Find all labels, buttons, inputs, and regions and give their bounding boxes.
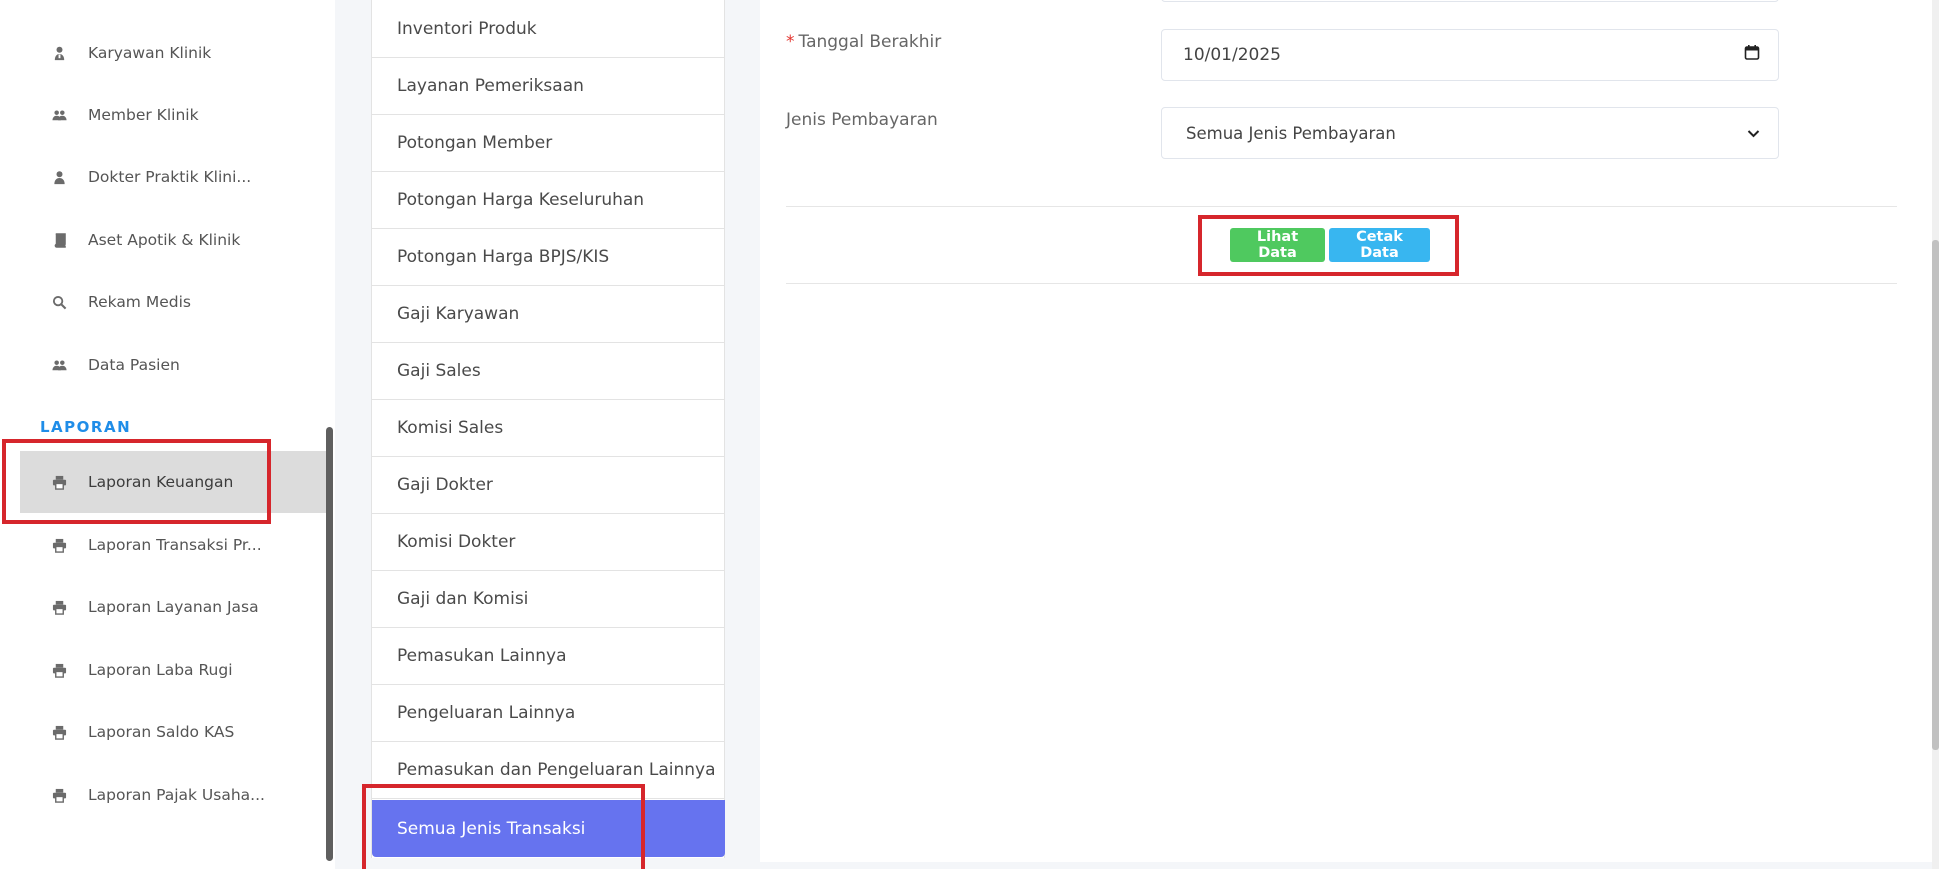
report-type-item[interactable]: Pemasukan Lainnya [372,628,725,685]
print-icon [49,660,69,680]
highlight-box-buttons [1198,215,1459,276]
report-type-item[interactable]: Potongan Harga Keseluruhan [372,172,725,229]
sidebar: Karyawan Klinik Member Klinik Dokter Pra… [0,0,335,869]
sidebar-item-laporan-layanan-jasa[interactable]: Laporan Layanan Jasa [20,576,326,638]
sidebar-item-label: Data Pasien [88,356,180,374]
users-icon [49,355,69,375]
sidebar-scrollbar[interactable] [326,427,333,861]
sidebar-item-label: Laporan Pajak Usaha... [88,786,265,804]
users-icon [49,105,69,125]
sidebar-item-label: Laporan Transaksi Pr... [88,536,262,554]
sidebar-item-label: Laporan Layanan Jasa [88,598,259,616]
calendar-icon[interactable] [1744,45,1760,66]
required-mark: * [786,32,795,52]
report-type-item[interactable]: Gaji Sales [372,343,725,400]
sidebar-item-label: Karyawan Klinik [88,44,212,62]
report-type-item[interactable]: Gaji dan Komisi [372,571,725,628]
book-icon [49,230,69,250]
report-type-item[interactable]: Gaji Karyawan [372,286,725,343]
report-type-list: Inventori Produk Layanan Pemeriksaan Pot… [371,0,725,858]
sidebar-item-label: Member Klinik [88,106,199,124]
end-date-label: * Tanggal Berakhir [786,32,941,52]
section-heading-laporan: LAPORAN [40,418,132,436]
sidebar-item-label: Dokter Praktik Klini... [88,168,252,186]
sidebar-item-laporan-pajak[interactable]: Laporan Pajak Usaha... [20,764,326,826]
filter-panel: * Tanggal Berakhir 10/01/2025 Jenis Pemba… [760,0,1932,862]
user-icon [49,167,69,187]
sidebar-item-data-pasien[interactable]: Data Pasien [20,334,326,396]
sidebar-item-dokter-praktik[interactable]: Dokter Praktik Klini... [20,146,326,208]
report-type-item[interactable]: Gaji Dokter [372,457,725,514]
payment-type-value: Semua Jenis Pembayaran [1186,123,1396,143]
sidebar-item-label: Laporan Saldo KAS [88,723,235,741]
report-type-item[interactable]: Inventori Produk [372,1,725,58]
sidebar-item-aset[interactable]: Aset Apotik & Klinik [20,209,326,271]
report-type-item[interactable]: Potongan Harga BPJS/KIS [372,229,725,286]
start-date-input[interactable] [1161,0,1779,2]
chevron-down-icon [1747,124,1760,143]
user-tie-icon [49,43,69,63]
sidebar-item-laporan-laba-rugi[interactable]: Laporan Laba Rugi [20,639,326,701]
print-icon [49,597,69,617]
end-date-value: 10/01/2025 [1183,45,1281,65]
divider [786,283,1897,284]
end-date-input[interactable]: 10/01/2025 [1161,29,1779,81]
report-type-item[interactable]: Potongan Member [372,115,725,172]
print-icon [49,535,69,555]
search-icon [49,292,69,312]
highlight-box-semua-jenis-transaksi [362,784,645,869]
sidebar-item-rekam-medis[interactable]: Rekam Medis [20,271,326,333]
report-type-item[interactable]: Pengeluaran Lainnya [372,685,725,742]
payment-type-label: Jenis Pembayaran [786,110,938,130]
page-scrollbar-thumb[interactable] [1932,240,1939,750]
report-type-item[interactable]: Komisi Sales [372,400,725,457]
report-type-item[interactable]: Layanan Pemeriksaan [372,58,725,115]
highlight-box-laporan-keuangan [2,439,271,524]
sidebar-item-label: Rekam Medis [88,293,191,311]
end-date-label-text: Tanggal Berakhir [798,32,942,52]
sidebar-item-karyawan-klinik[interactable]: Karyawan Klinik [20,22,326,84]
sidebar-item-label: Aset Apotik & Klinik [88,231,241,249]
sidebar-item-label: Laporan Laba Rugi [88,661,233,679]
report-type-item[interactable]: Komisi Dokter [372,514,725,571]
payment-type-select[interactable]: Semua Jenis Pembayaran [1161,107,1779,159]
print-icon [49,722,69,742]
sidebar-item-laporan-saldo-kas[interactable]: Laporan Saldo KAS [20,701,326,763]
sidebar-item-member-klinik[interactable]: Member Klinik [20,84,326,146]
divider [786,206,1897,207]
print-icon [49,785,69,805]
